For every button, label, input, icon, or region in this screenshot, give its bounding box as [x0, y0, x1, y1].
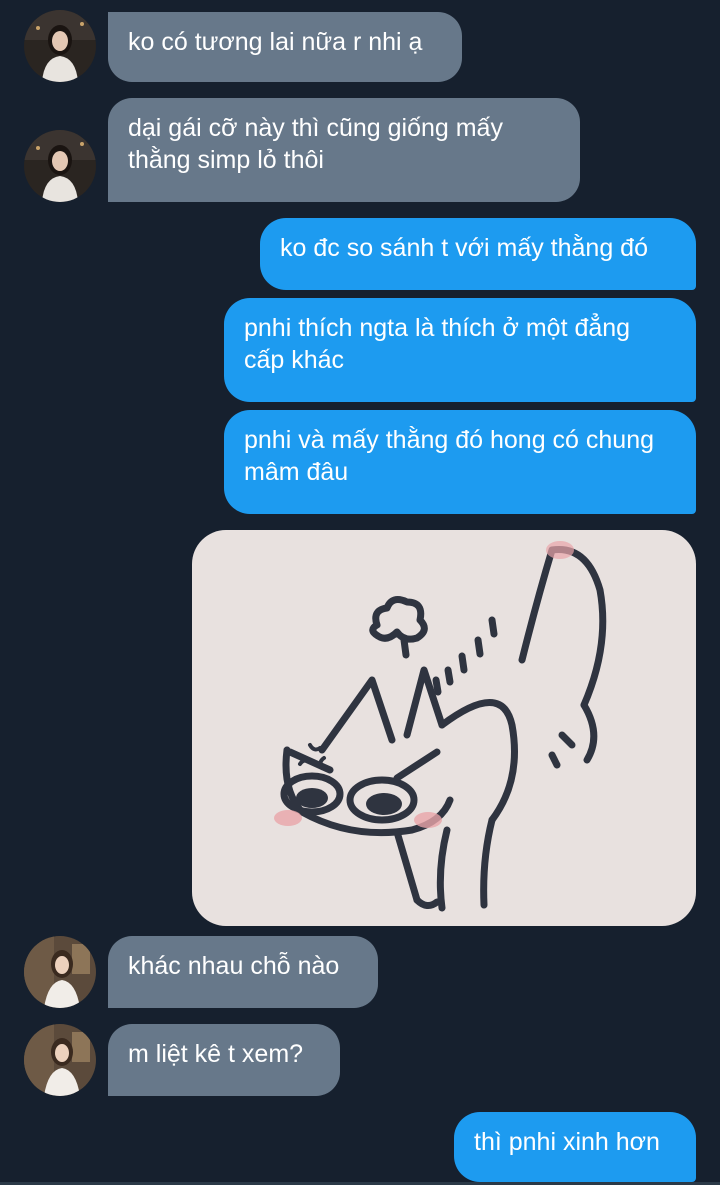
- incoming-message[interactable]: ko có tương lai nữa r nhi ạ: [108, 12, 462, 82]
- contact-avatar[interactable]: [24, 10, 96, 82]
- incoming-message[interactable]: m liệt kê t xem?: [108, 1024, 340, 1096]
- message-text: khác nhau chỗ nào: [128, 952, 340, 980]
- message-text: pnhi thích ngta là thích ở một đẳng cấp …: [244, 314, 631, 374]
- message-text: ko có tương lai nữa r nhi ạ: [128, 28, 423, 56]
- message-text: dại gái cỡ này thì cũng giống mấy thằng …: [128, 114, 503, 174]
- incoming-message[interactable]: khác nhau chỗ nào: [108, 936, 378, 1008]
- contact-avatar[interactable]: [24, 130, 96, 202]
- outgoing-message[interactable]: thì pnhi xinh hơn: [454, 1112, 696, 1182]
- angry-cat-sticker[interactable]: [192, 530, 696, 926]
- incoming-message[interactable]: dại gái cỡ này thì cũng giống mấy thằng …: [108, 98, 580, 202]
- outgoing-message[interactable]: pnhi thích ngta là thích ở một đẳng cấp …: [224, 298, 696, 402]
- message-text: thì pnhi xinh hơn: [474, 1128, 660, 1156]
- contact-avatar[interactable]: [24, 1024, 96, 1096]
- message-text: ko đc so sánh t với mấy thằng đó: [280, 234, 648, 262]
- chat-thread: ko có tương lai nữa r nhi ạ dại gái cỡ n…: [0, 0, 720, 1185]
- contact-avatar[interactable]: [24, 936, 96, 1008]
- outgoing-message[interactable]: ko đc so sánh t với mấy thằng đó: [260, 218, 696, 290]
- message-text: m liệt kê t xem?: [128, 1040, 304, 1068]
- message-text: pnhi và mấy thằng đó hong có chung mâm đ…: [244, 426, 655, 486]
- outgoing-message[interactable]: pnhi và mấy thằng đó hong có chung mâm đ…: [224, 410, 696, 514]
- angry-cat-icon: [274, 541, 607, 912]
